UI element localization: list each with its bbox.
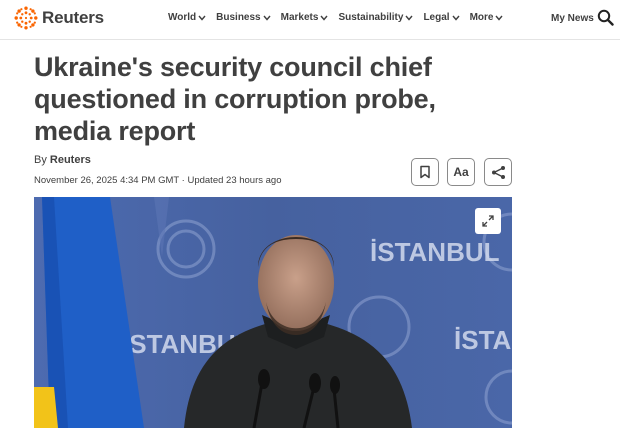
font-size-button[interactable]: Aa [447, 158, 475, 186]
nav-world[interactable]: World [168, 12, 206, 23]
nav-business[interactable]: Business [216, 12, 271, 23]
reuters-logo[interactable]: Reuters [14, 6, 104, 30]
chevron-down-icon [320, 15, 328, 21]
my-news-link[interactable]: My News [551, 13, 594, 24]
backdrop-text: İSTA [454, 325, 512, 355]
nav-markets[interactable]: Markets [281, 12, 329, 23]
expand-image-button[interactable] [475, 208, 501, 234]
backdrop-text: İSTANBUL [370, 237, 500, 267]
search-button[interactable] [597, 9, 614, 31]
nav-label: Legal [423, 12, 450, 23]
byline: By Reuters [34, 154, 91, 166]
article-dateline: November 26, 2025 4:34 PM GMT · Updated … [34, 175, 282, 186]
nav-label: Business [216, 12, 261, 23]
reuters-logo-icon [14, 6, 38, 30]
search-icon [597, 9, 614, 26]
site-header: Reuters World Business Markets Sustainab… [0, 0, 620, 40]
chevron-down-icon [452, 15, 460, 21]
photo-illustration: İSTANBUL İSTANBUL İSTA [34, 197, 512, 428]
article-photo: İSTANBUL İSTANBUL İSTA [34, 197, 512, 428]
bookmark-icon [420, 165, 430, 179]
nav-label: More [469, 12, 494, 23]
font-size-label: Aa [453, 165, 469, 179]
share-button[interactable] [484, 158, 512, 186]
chevron-down-icon [198, 15, 206, 21]
nav-label: Markets [280, 12, 319, 23]
expand-icon [482, 215, 494, 227]
nav-label: World [168, 12, 197, 23]
nav-sustainability[interactable]: Sustainability [338, 12, 413, 23]
chevron-down-icon [263, 15, 271, 21]
main-nav: World Business Markets Sustainability Le… [168, 12, 513, 23]
author-link[interactable]: Reuters [50, 154, 91, 166]
article-headline: Ukraine's security council chief questio… [34, 52, 436, 146]
byline-prefix: By [34, 154, 47, 166]
nav-legal[interactable]: Legal [423, 12, 460, 23]
logo-text: Reuters [42, 8, 104, 27]
nav-more[interactable]: More [470, 12, 504, 23]
chevron-down-icon [405, 15, 413, 21]
share-icon [491, 165, 505, 179]
chevron-down-icon [495, 15, 504, 21]
nav-label: Sustainability [338, 12, 404, 23]
bookmark-button[interactable] [411, 158, 439, 186]
